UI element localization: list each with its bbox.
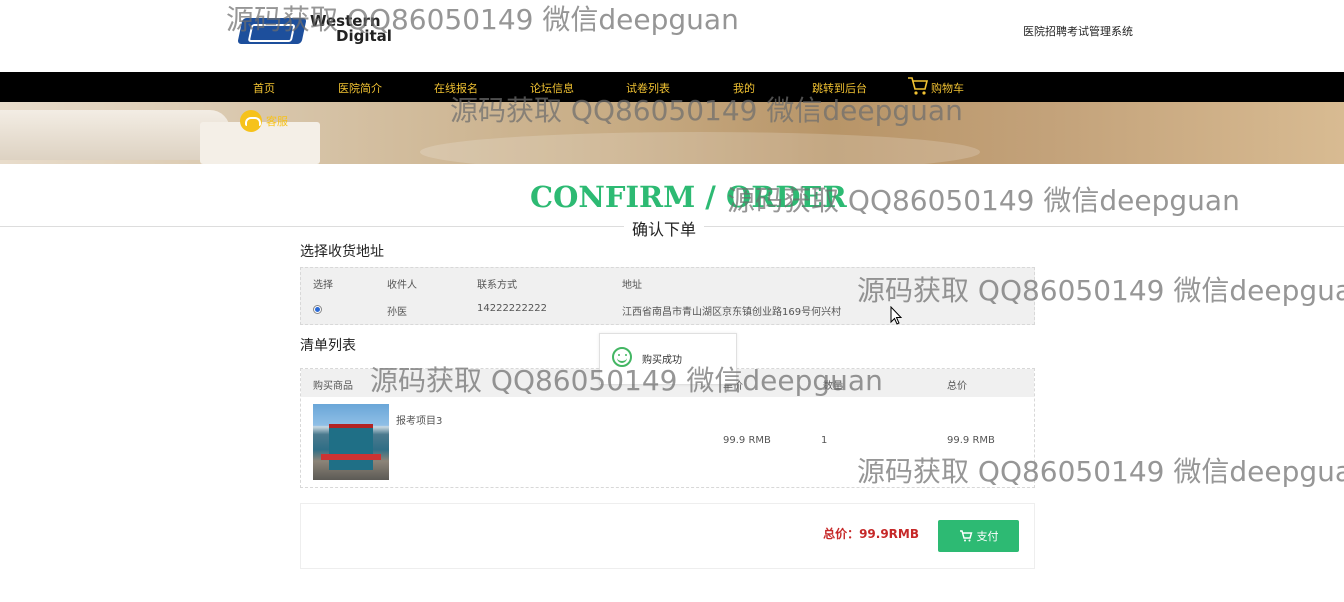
product-quantity: 1 <box>821 435 828 446</box>
address-header-select: 选择 <box>313 280 333 291</box>
address-header-contact: 联系方式 <box>477 280 517 291</box>
address-text: 江西省南昌市青山湖区京东镇创业路169号何兴村 <box>622 307 842 318</box>
nav-item-online-registration[interactable]: 在线报名 <box>434 80 478 96</box>
confirm-order-title: CONFIRM / ORDER <box>530 180 847 214</box>
cart-icon <box>959 530 972 542</box>
address-select-radio[interactable] <box>313 305 322 314</box>
cart-label: 购物车 <box>931 82 964 95</box>
list-section-title: 清单列表 <box>300 338 356 354</box>
product-total: 99.9 RMB <box>947 435 995 446</box>
list-header-total: 总价 <box>947 381 967 392</box>
nav-item-cart[interactable]: 购物车 <box>907 76 964 96</box>
address-recipient: 孙医 <box>387 307 407 318</box>
nav-item-hospital-intro[interactable]: 医院简介 <box>338 80 382 96</box>
address-header-recipient: 收件人 <box>387 280 417 291</box>
total-price: 总价：99.9RMB <box>823 527 919 541</box>
product-thumbnail[interactable] <box>313 404 389 480</box>
customer-service-icon <box>240 110 262 132</box>
nav-item-mine[interactable]: 我的 <box>733 80 755 96</box>
address-section-title: 选择收货地址 <box>300 244 384 260</box>
nav-item-exam-list[interactable]: 试卷列表 <box>626 80 670 96</box>
address-phone: 14222222222 <box>477 303 547 314</box>
pay-button[interactable]: 支付 <box>938 520 1019 552</box>
list-header-quantity: 数量 <box>823 381 843 392</box>
main-nav: 首页 医院简介 在线报名 论坛信息 试卷列表 我的 跳转到后台 购物车 <box>0 72 1344 102</box>
pay-button-label: 支付 <box>976 531 999 543</box>
address-header-address: 地址 <box>622 280 642 291</box>
nav-item-admin[interactable]: 跳转到后台 <box>812 80 867 96</box>
nav-item-forum[interactable]: 论坛信息 <box>530 80 574 96</box>
product-name[interactable]: 报考项目3 <box>396 412 442 427</box>
smile-icon <box>612 347 632 367</box>
product-price: 99.9 RMB <box>723 435 771 446</box>
logo[interactable]: Western Digital <box>237 14 392 46</box>
logo-text-line-2: Digital <box>336 27 392 45</box>
logo-text: Western Digital <box>310 14 392 44</box>
address-table: 选择 收件人 联系方式 地址 孙医 14222222222 江西省南昌市青山湖区… <box>300 267 1035 325</box>
logo-badge-icon <box>237 18 307 44</box>
toast-message: 购买成功 <box>642 355 682 366</box>
hero-banner: 客服 <box>0 102 1344 164</box>
customer-service-button[interactable]: 客服 <box>240 110 288 132</box>
site-title: 医院招聘考试管理系统 <box>1023 25 1133 38</box>
success-toast: 购买成功 <box>599 333 737 385</box>
customer-service-label: 客服 <box>266 115 288 128</box>
mouse-cursor-icon <box>890 306 903 325</box>
list-header-product: 购买商品 <box>313 381 353 392</box>
order-list-table: 购买商品 单价 数量 总价 报考项目3 99.9 RMB 1 99.9 RMB <box>300 368 1035 488</box>
confirm-order-subtitle: 确认下单 <box>624 216 705 240</box>
nav-item-home[interactable]: 首页 <box>253 80 275 96</box>
cart-icon <box>908 77 929 95</box>
checkout-bar: 总价：99.9RMB 支付 <box>300 503 1035 569</box>
